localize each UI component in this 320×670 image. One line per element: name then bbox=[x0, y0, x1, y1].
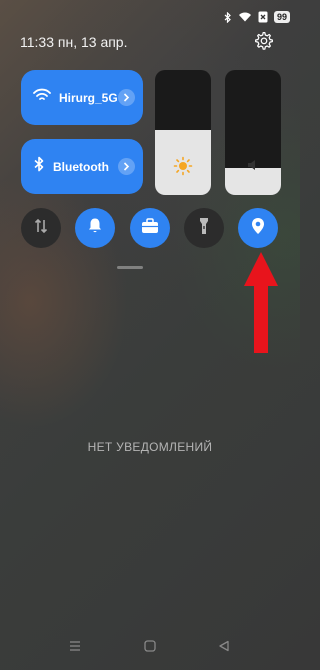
settings-gear-icon[interactable] bbox=[254, 31, 274, 51]
flashlight-icon bbox=[199, 217, 209, 240]
wifi-status-icon bbox=[238, 12, 252, 22]
clock-date: пн, 13 апр. bbox=[57, 34, 128, 50]
briefcase-icon bbox=[141, 217, 159, 239]
back-nav-icon[interactable] bbox=[214, 636, 234, 656]
panel-drag-handle[interactable] bbox=[117, 266, 143, 269]
speaker-icon bbox=[246, 158, 260, 177]
work-mode-toggle[interactable] bbox=[130, 208, 170, 248]
mobile-data-toggle[interactable] bbox=[21, 208, 61, 248]
clock-time: 11:33 bbox=[20, 34, 54, 50]
mobile-data-icon bbox=[34, 218, 48, 239]
wifi-tile[interactable]: Hirurg_5G bbox=[21, 70, 143, 125]
wifi-icon bbox=[33, 88, 51, 107]
volume-slider[interactable] bbox=[225, 70, 281, 195]
bluetooth-tile[interactable]: Bluetooth bbox=[21, 139, 143, 194]
bluetooth-tile-label: Bluetooth bbox=[53, 159, 109, 174]
navigation-bar bbox=[0, 636, 300, 656]
sun-icon bbox=[173, 156, 193, 181]
flashlight-toggle[interactable] bbox=[184, 208, 224, 248]
red-arrow-annotation bbox=[244, 252, 278, 359]
location-pin-icon bbox=[251, 217, 265, 240]
bluetooth-icon bbox=[33, 156, 45, 177]
no-notifications-text: НЕТ УВЕДОМЛЕНИЙ bbox=[87, 440, 213, 454]
wifi-expand-chevron-icon[interactable] bbox=[118, 89, 135, 106]
sound-toggle[interactable] bbox=[75, 208, 115, 248]
bell-icon bbox=[87, 217, 103, 239]
home-nav-icon[interactable] bbox=[140, 636, 160, 656]
bluetooth-expand-chevron-icon[interactable] bbox=[118, 158, 135, 175]
brightness-slider[interactable] bbox=[155, 70, 211, 195]
time-date-row: 11:33 пн, 13 апр. bbox=[20, 34, 128, 50]
status-bar: 99 bbox=[224, 9, 290, 25]
bluetooth-status-icon bbox=[224, 11, 232, 23]
sim-status-icon bbox=[258, 11, 268, 23]
battery-indicator: 99 bbox=[273, 11, 290, 23]
menu-nav-icon[interactable] bbox=[65, 636, 85, 656]
wifi-tile-label: Hirurg_5G bbox=[59, 90, 118, 105]
location-toggle[interactable] bbox=[238, 208, 278, 248]
